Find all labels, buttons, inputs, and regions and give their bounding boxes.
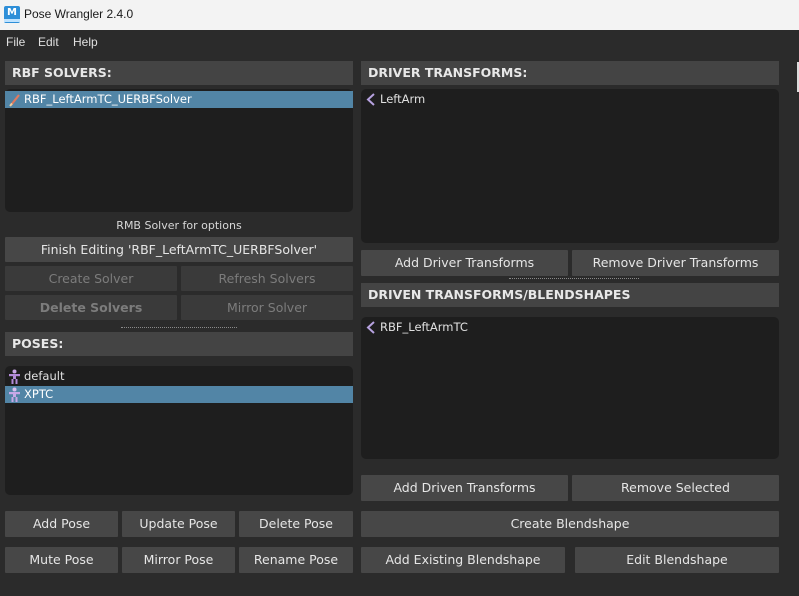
menu-bar: [0, 30, 799, 54]
add-pose-button[interactable]: Add Pose: [5, 511, 118, 537]
finish-editing-button[interactable]: Finish Editing 'RBF_LeftArmTC_UERBFSolve…: [5, 237, 353, 262]
delete-pose-button[interactable]: Delete Pose: [239, 511, 353, 537]
rbf-solvers-header: RBF SOLVERS:: [5, 61, 353, 85]
create-blendshape-button[interactable]: Create Blendshape: [361, 511, 779, 537]
driver-transforms-list[interactable]: LeftArm: [361, 89, 779, 243]
left-panel-splitter[interactable]: [121, 327, 237, 328]
remove-selected-button[interactable]: Remove Selected: [572, 475, 779, 501]
update-pose-button[interactable]: Update Pose: [122, 511, 235, 537]
transform-chevron-icon: [366, 321, 375, 334]
mirror-solver-button[interactable]: Mirror Solver: [181, 295, 353, 320]
pose-list-item-xptc[interactable]: XPTC: [5, 386, 353, 403]
driver-list-item[interactable]: LeftArm: [361, 91, 779, 108]
menu-help[interactable]: Help: [73, 35, 98, 49]
driver-item-label: LeftArm: [380, 92, 426, 106]
create-solver-button[interactable]: Create Solver: [5, 266, 177, 291]
solver-list-item[interactable]: RBF_LeftArmTC_UERBFSolver: [5, 91, 353, 108]
menu-edit[interactable]: Edit: [38, 35, 59, 49]
app-logo-letter: M: [7, 7, 17, 18]
driver-transforms-header: DRIVER TRANSFORMS:: [361, 61, 779, 85]
app-logo-icon: M: [4, 6, 20, 23]
pose-item-label: XPTC: [24, 387, 54, 401]
remove-driver-transforms-button[interactable]: Remove Driver Transforms: [572, 250, 779, 276]
right-panel-splitter[interactable]: [509, 278, 639, 279]
solver-item-label: RBF_LeftArmTC_UERBFSolver: [24, 92, 192, 106]
pose-list-item-default[interactable]: default: [5, 368, 353, 385]
driven-transforms-header: DRIVEN TRANSFORMS/BLENDSHAPES: [361, 283, 779, 307]
menu-file[interactable]: File: [6, 35, 25, 49]
pose-figure-icon: [9, 387, 20, 402]
solver-options-hint: RMB Solver for options: [116, 219, 242, 232]
pose-figure-icon: [9, 369, 20, 384]
add-existing-blendshape-button[interactable]: Add Existing Blendshape: [361, 547, 565, 573]
mirror-pose-button[interactable]: Mirror Pose: [122, 547, 235, 573]
mute-pose-button[interactable]: Mute Pose: [5, 547, 118, 573]
solver-pencil-icon: [9, 94, 20, 107]
driven-list-item[interactable]: RBF_LeftArmTC: [361, 319, 779, 336]
rename-pose-button[interactable]: Rename Pose: [239, 547, 353, 573]
delete-solvers-button[interactable]: Delete Solvers: [5, 295, 177, 320]
poses-header: POSES:: [5, 332, 353, 356]
poses-list[interactable]: default XPTC: [5, 366, 353, 495]
rbf-solvers-list[interactable]: RBF_LeftArmTC_UERBFSolver: [5, 89, 353, 212]
refresh-solvers-button[interactable]: Refresh Solvers: [181, 266, 353, 291]
edit-blendshape-button[interactable]: Edit Blendshape: [575, 547, 779, 573]
add-driven-transforms-button[interactable]: Add Driven Transforms: [361, 475, 568, 501]
driven-transforms-list[interactable]: RBF_LeftArmTC: [361, 317, 779, 459]
add-driver-transforms-button[interactable]: Add Driver Transforms: [361, 250, 568, 276]
transform-chevron-icon: [366, 93, 375, 106]
driven-item-label: RBF_LeftArmTC: [380, 320, 468, 334]
window-title: Pose Wrangler 2.4.0: [24, 7, 134, 21]
pose-item-label: default: [24, 369, 65, 383]
